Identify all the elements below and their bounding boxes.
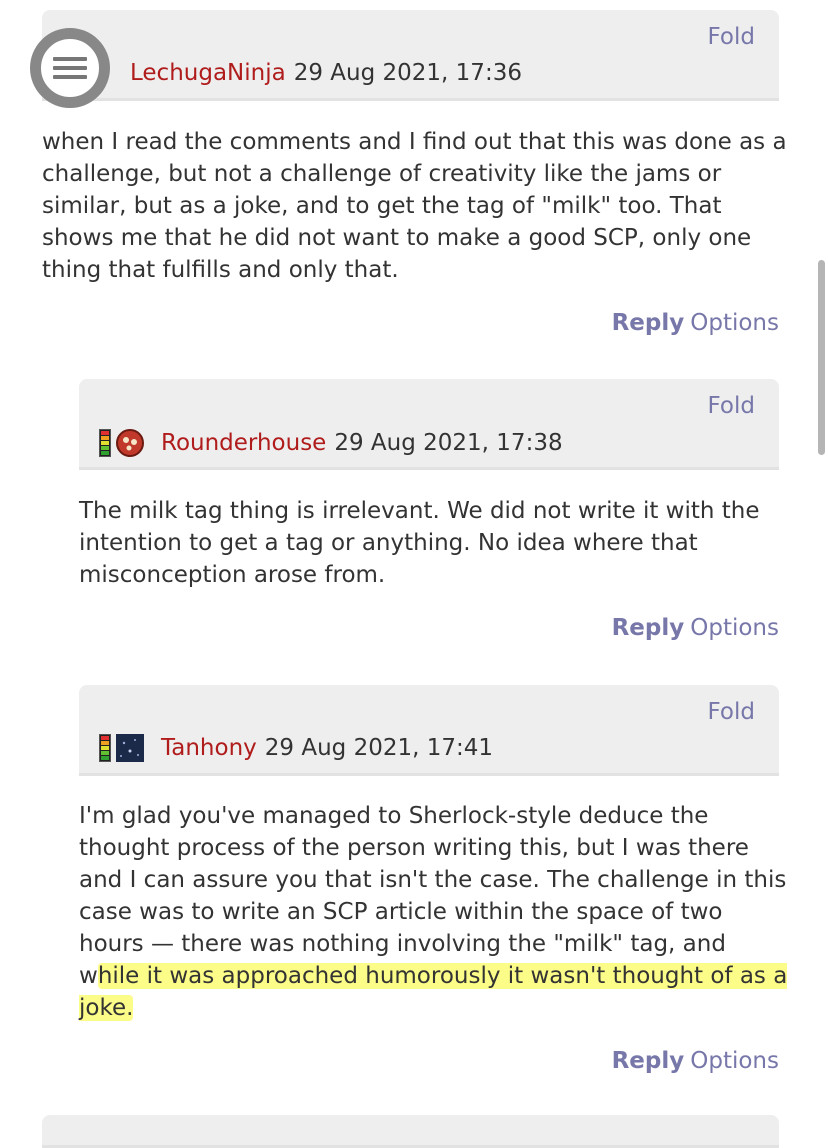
comment-header: Fold Rounderhouse 29 Aug 2021, 17:38 [79, 379, 779, 470]
options-button[interactable]: Options [690, 1048, 779, 1074]
fold-link[interactable]: Fold [708, 24, 755, 50]
comment-header [42, 1115, 779, 1148]
comment-meta: Tanhony 29 Aug 2021, 17:41 [99, 733, 493, 763]
highlighted-text: hile it was approached humorously it was… [79, 963, 788, 1021]
comment-header: Fold Tanhony 29 Aug 2021, 17:41 [79, 685, 779, 776]
author-link[interactable]: Tanhony [161, 735, 257, 761]
comment-meta: LechugaNinja 29 Aug 2021, 17:36 [130, 60, 522, 86]
comment-actions: Reply Options [612, 310, 779, 336]
author-link[interactable]: LechugaNinja [130, 60, 286, 86]
timestamp: 29 Aug 2021, 17:36 [293, 60, 522, 86]
comment-actions: Reply Options [612, 1048, 779, 1074]
rank-icon [99, 429, 111, 457]
scrollbar[interactable] [818, 260, 825, 455]
timestamp: 29 Aug 2021, 17:38 [334, 430, 563, 456]
options-button[interactable]: Options [690, 615, 779, 641]
reply-button[interactable]: Reply [612, 1048, 685, 1074]
options-button[interactable]: Options [690, 310, 779, 336]
reply-button[interactable]: Reply [612, 310, 685, 336]
comment-actions: Reply Options [612, 615, 779, 641]
menu-icon[interactable] [30, 28, 110, 108]
author-link[interactable]: Rounderhouse [161, 430, 326, 456]
comment-body: when I read the comments and I find out … [42, 129, 787, 283]
comment-body: The milk tag thing is irrelevant. We did… [79, 498, 760, 588]
body-text: I'm glad you've managed to Sherlock-styl… [79, 803, 787, 989]
reply-button[interactable]: Reply [612, 615, 685, 641]
comment-body: I'm glad you've managed to Sherlock-styl… [79, 800, 789, 1024]
timestamp: 29 Aug 2021, 17:41 [264, 735, 494, 761]
avatar-icon[interactable] [115, 733, 145, 763]
comment-meta: Rounderhouse 29 Aug 2021, 17:38 [99, 428, 563, 458]
fold-link[interactable]: Fold [708, 393, 755, 419]
avatar-icon[interactable] [115, 428, 145, 458]
fold-link[interactable]: Fold [708, 699, 755, 725]
comment-header: Fold LechugaNinja 29 Aug 2021, 17:36 [42, 10, 779, 101]
rank-icon [99, 734, 111, 762]
